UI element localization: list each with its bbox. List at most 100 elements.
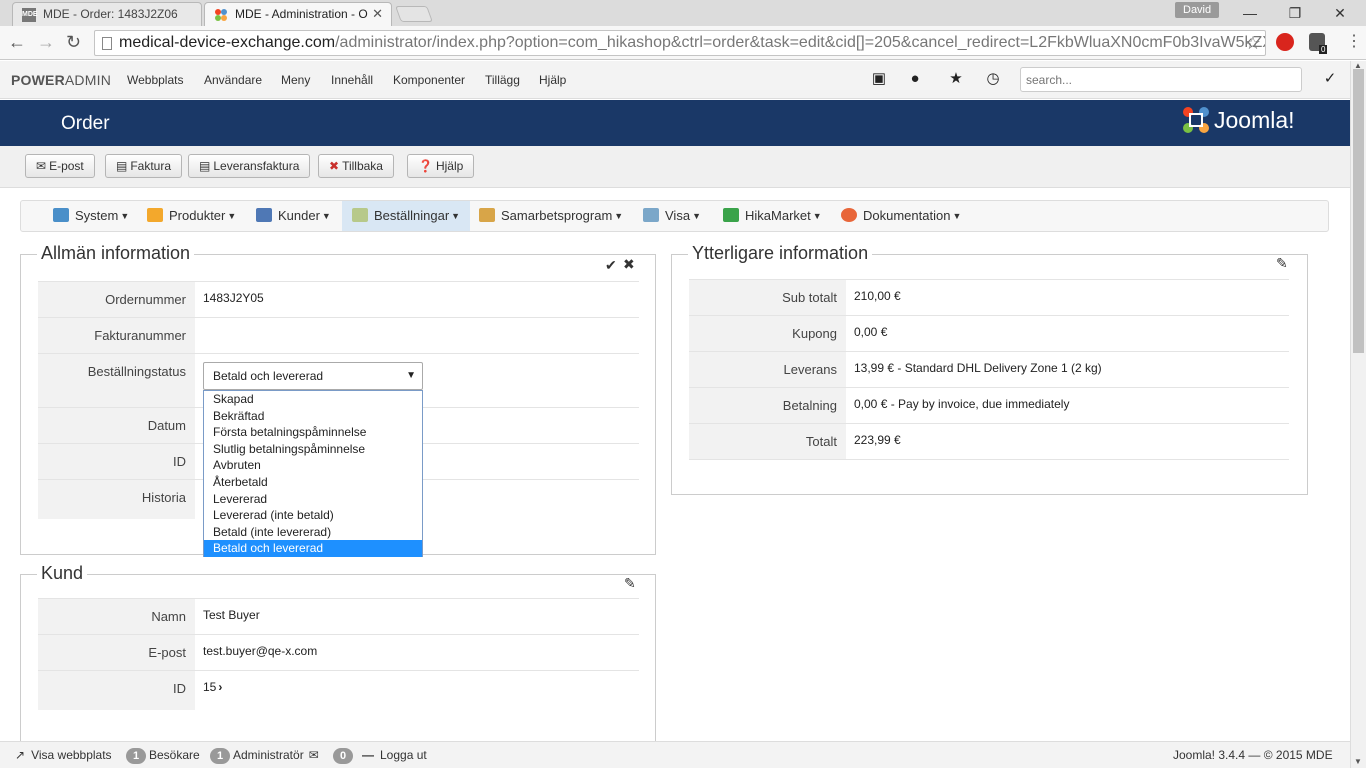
invoice-button[interactable]: ▤ Faktura <box>105 154 183 178</box>
minimize-icon[interactable]: — <box>1230 2 1270 24</box>
visitors-indicator[interactable]: 1 Besökare <box>126 748 200 764</box>
browser-tab-order[interactable]: MDE MDE - Order: 1483J2Z06 <box>12 2 202 26</box>
extension-badge: 0 <box>1319 45 1328 54</box>
view-site-link[interactable]: ↗ Visa webbplats <box>15 748 112 762</box>
additional-row-payment: Betalning 0,00 € - Pay by invoice, due i… <box>689 387 1289 423</box>
url-host: medical-device-exchange.com <box>119 34 336 51</box>
tab-close-icon[interactable]: ✕ <box>372 3 383 25</box>
browser-tab-label: MDE - Administration - O <box>235 7 368 21</box>
mde-favicon-icon: MDE <box>22 8 38 22</box>
reload-icon[interactable]: ↻ <box>66 32 81 52</box>
row-label: Historia <box>38 480 195 519</box>
menu-anvandare[interactable]: Användare <box>204 73 262 87</box>
bookmark-star-icon[interactable]: ☆ <box>1245 31 1261 55</box>
status-option[interactable]: Bekräftad <box>204 408 422 425</box>
hika-menu-documentation[interactable]: Dokumentation ▼ <box>841 201 961 231</box>
customer-row-id: ID 15 › <box>38 670 639 710</box>
restore-icon[interactable]: ❐ <box>1275 2 1315 24</box>
hika-menu-display[interactable]: Visa ▼ <box>643 201 701 231</box>
coupon-value: 0,00 € <box>854 325 888 339</box>
order-status-select[interactable]: Betald och levererad ▼ <box>203 362 423 390</box>
admins-indicator[interactable]: 1 Administratör ✉ <box>210 748 319 764</box>
chevron-right-icon[interactable]: › <box>218 680 222 694</box>
scroll-down-icon[interactable]: ▼ <box>1354 757 1362 766</box>
browser-user-badge[interactable]: David <box>1175 2 1220 18</box>
save-check-icon[interactable]: ✔ <box>605 257 617 274</box>
status-option[interactable]: Återbetald <box>204 474 422 491</box>
additional-row-shipping: Leverans 13,99 € - Standard DHL Delivery… <box>689 351 1289 387</box>
checklist-icon[interactable]: ✓ <box>1321 70 1339 88</box>
status-option[interactable]: Slutlig betalningspåminnelse <box>204 441 422 458</box>
row-label: Namn <box>38 599 195 634</box>
hika-menu-label: System <box>75 208 119 223</box>
edit-pencil-icon[interactable]: ✎ <box>624 575 636 592</box>
row-label: Totalt <box>689 424 846 459</box>
customer-row-name: Namn Test Buyer <box>38 598 639 634</box>
email-button-label: E-post <box>49 159 84 173</box>
hika-menu-hikamarket[interactable]: HikaMarket ▼ <box>723 201 822 231</box>
window-close-icon[interactable]: ✕ <box>1320 2 1360 24</box>
scroll-thumb[interactable] <box>1353 69 1364 353</box>
products-icon <box>147 208 163 222</box>
additional-info-legend: Ytterligare information <box>688 243 873 264</box>
user-icon[interactable]: ● <box>906 70 924 88</box>
customer-id-value[interactable]: 15 › <box>203 671 222 703</box>
star-icon[interactable]: ★ <box>947 70 965 88</box>
page-scrollbar[interactable]: ▲ ▼ <box>1350 61 1366 768</box>
status-option[interactable]: Levererad <box>204 491 422 508</box>
menu-innehall[interactable]: Innehåll <box>331 73 373 87</box>
browser-tab-admin[interactable]: MDE - Administration - O ✕ <box>204 2 392 26</box>
edit-pencil-icon[interactable]: ✎ <box>1276 255 1288 272</box>
email-button[interactable]: ✉ E-post <box>25 154 95 178</box>
status-option[interactable]: Skapad <box>204 391 422 408</box>
menu-hjalp[interactable]: Hjälp <box>539 73 566 87</box>
minus-icon: — <box>362 748 374 762</box>
order-status-selected: Betald och levererad <box>213 369 324 383</box>
page-title: Order <box>61 113 110 134</box>
admin-search-input[interactable] <box>1020 67 1302 92</box>
status-option-selected[interactable]: Betald och levererad <box>204 540 422 557</box>
hika-menu-products[interactable]: Produkter ▼ <box>147 201 236 231</box>
browser-menu-icon[interactable]: ⋮ <box>1346 32 1362 52</box>
admin-brand[interactable]: POWERADMIN <box>11 72 111 88</box>
status-option[interactable]: Första betalningspåminnelse <box>204 424 422 441</box>
version-info: Joomla! 3.4.4 — © 2015 MDE <box>1173 748 1333 762</box>
cancel-icon: ✖ <box>329 159 340 173</box>
menu-komponenter[interactable]: Komponenter <box>393 73 465 87</box>
back-arrow-icon[interactable]: ← <box>8 32 26 52</box>
browser-tabstrip: MDE MDE - Order: 1483J2Z06 MDE - Adminis… <box>0 0 1366 26</box>
messages-indicator[interactable]: 0 <box>333 748 356 764</box>
status-option[interactable]: Levererad (inte betald) <box>204 507 422 524</box>
back-button[interactable]: ✖ Tillbaka <box>318 154 394 178</box>
general-row-ordernumber: Ordernummer 1483J2Y05 <box>38 281 639 317</box>
status-option[interactable]: Betald (inte levererad) <box>204 524 422 541</box>
hika-menu-customers[interactable]: Kunder ▼ <box>256 201 331 231</box>
clock-icon[interactable]: ◷ <box>984 70 1002 88</box>
admin-navbar: POWERADMIN Webbplats Användare Meny Inne… <box>0 61 1350 99</box>
hikashop-menu: System ▼ Produkter ▼ Kunder ▼ Beställningar… <box>20 200 1329 232</box>
new-tab-button[interactable] <box>395 6 433 22</box>
action-toolbar: ✉ E-post ▤ Faktura ▤ Leveransfaktura ✖ Tillb… <box>0 146 1350 188</box>
help-button[interactable]: ❓ Hjälp <box>407 154 475 178</box>
hika-menu-label: Produkter <box>169 208 226 223</box>
row-label: Sub totalt <box>689 280 846 315</box>
monitor-icon[interactable]: ▣ <box>870 70 888 88</box>
external-link-icon: ↗ <box>15 748 26 762</box>
menu-webbplats[interactable]: Webbplats <box>127 73 183 87</box>
hika-menu-system[interactable]: System ▼ <box>53 201 129 231</box>
url-path: /administrator/index.php?option=com_hika… <box>335 34 1265 51</box>
url-input[interactable]: medical-device-exchange.com/administrato… <box>94 30 1266 56</box>
row-label: Leverans <box>689 352 846 387</box>
status-option[interactable]: Avbruten <box>204 457 422 474</box>
menu-tillagg[interactable]: Tillägg <box>485 73 520 87</box>
hika-menu-orders[interactable]: Beställningar ▼ <box>342 201 470 231</box>
forward-arrow-icon[interactable]: → <box>37 32 55 52</box>
joomla-logo-icon <box>1183 107 1209 133</box>
hika-menu-affiliates[interactable]: Samarbetsprogram ▼ <box>479 201 623 231</box>
power-extension-icon[interactable] <box>1276 33 1294 51</box>
cancel-circle-icon[interactable]: ✖ <box>623 256 635 273</box>
logout-link[interactable]: — Logga ut <box>362 748 427 762</box>
menu-meny[interactable]: Meny <box>281 73 310 87</box>
shipping-invoice-button[interactable]: ▤ Leveransfaktura <box>188 154 311 178</box>
display-icon <box>643 208 659 222</box>
